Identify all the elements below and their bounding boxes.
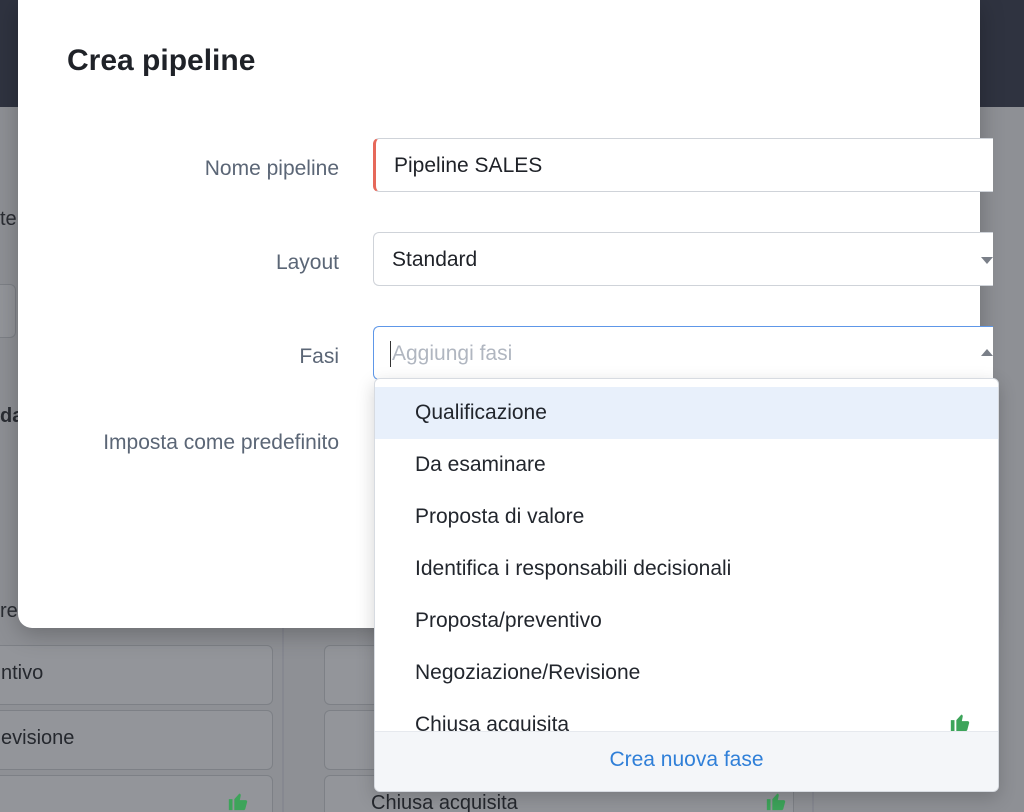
stages-label: Fasi	[299, 345, 339, 368]
stage-option-label: Proposta/preventivo	[415, 609, 602, 632]
set-default-label: Imposta come predefinito	[103, 431, 339, 454]
bg-card-text: evisione	[1, 727, 75, 749]
stage-option[interactable]: Identifica i responsabili decisionali	[375, 543, 998, 595]
stage-option-label: Qualificazione	[415, 401, 547, 424]
pipeline-name-value: Pipeline SALES	[394, 154, 543, 177]
stages-placeholder: Aggiungi fasi	[392, 342, 513, 365]
bg-card-text: ntivo	[1, 662, 44, 684]
bg-deal-card	[0, 775, 273, 812]
layout-select[interactable]: Standard	[373, 232, 993, 286]
thumbs-up-icon	[228, 793, 248, 811]
bg-deal-card: ntivo	[0, 645, 273, 705]
stage-option-label: Proposta di valore	[415, 505, 585, 528]
text-cursor	[390, 341, 391, 367]
chevron-up-icon	[981, 349, 993, 356]
thumbs-up-icon	[766, 793, 786, 811]
stage-option[interactable]: Proposta di valore	[375, 491, 998, 543]
stage-option-label: Da esaminare	[415, 453, 546, 476]
chevron-down-icon	[981, 257, 993, 264]
bg-card	[0, 284, 16, 338]
stages-input[interactable]: Aggiungi fasi	[373, 326, 993, 380]
stage-option-label: Negoziazione/Revisione	[415, 661, 641, 684]
bg-text-fragment: te	[0, 208, 17, 230]
pipeline-name-input[interactable]: Pipeline SALES	[373, 138, 993, 192]
stages-dropdown-menu: Qualificazione Da esaminare Proposta di …	[374, 378, 999, 792]
bg-card-text: Chiusa acquisita	[371, 792, 518, 812]
bg-text-fragment: re	[0, 600, 18, 622]
stage-option[interactable]: Negoziazione/Revisione	[375, 647, 998, 699]
create-new-stage-link[interactable]: Crea nuova fase	[609, 748, 763, 772]
stage-option[interactable]: Qualificazione	[375, 387, 998, 439]
thumbs-up-icon	[950, 714, 970, 732]
dialog-title: Crea pipeline	[67, 44, 256, 77]
stage-option[interactable]: Da esaminare	[375, 439, 998, 491]
layout-label: Layout	[275, 251, 339, 274]
dropdown-footer: Crea nuova fase	[375, 731, 998, 791]
stage-option[interactable]: Proposta/preventivo	[375, 595, 998, 647]
layout-value: Standard	[392, 248, 478, 271]
bg-deal-card: evisione	[0, 710, 273, 770]
stage-option-label: Identifica i responsabili decisionali	[415, 557, 732, 580]
pipeline-name-label: Nome pipeline	[204, 157, 339, 180]
